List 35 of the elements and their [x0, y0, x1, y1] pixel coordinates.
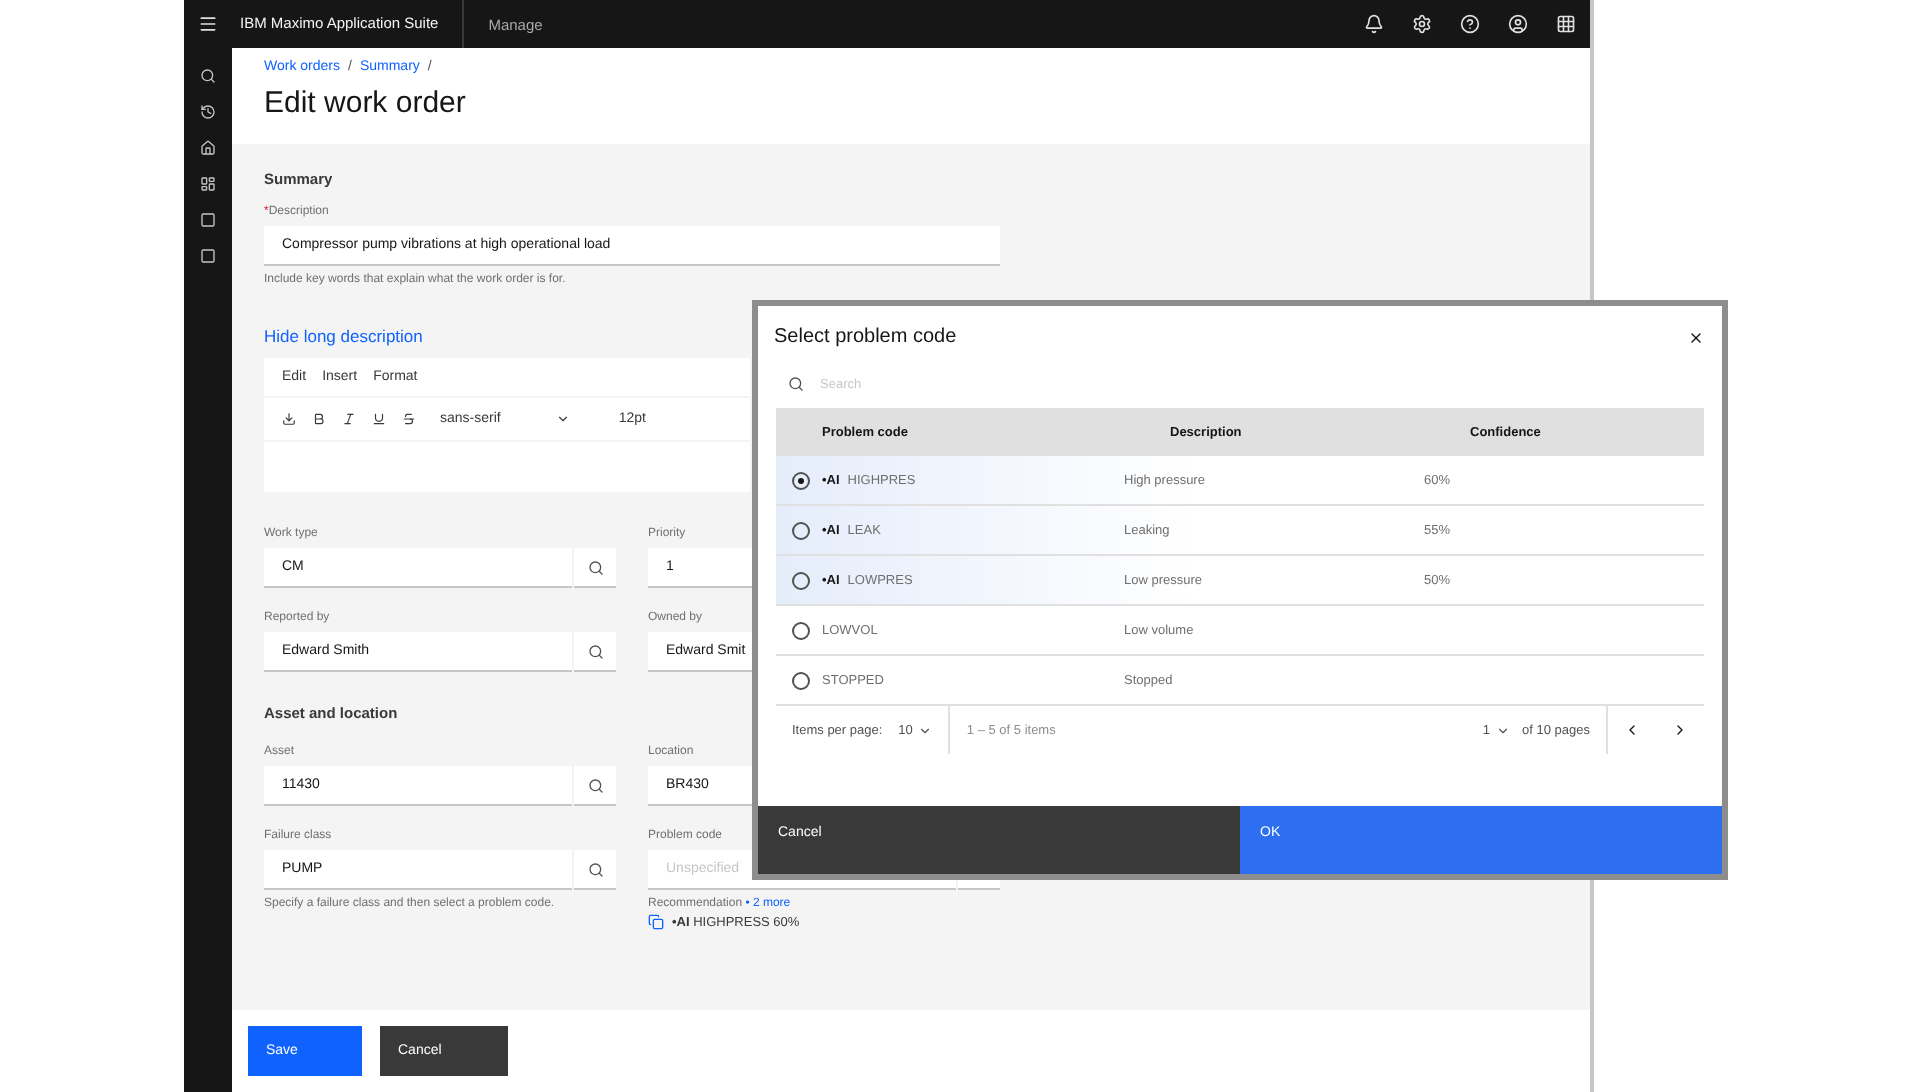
- radio-button[interactable]: [792, 471, 810, 489]
- search-button[interactable]: [574, 548, 616, 588]
- download-icon[interactable]: [282, 412, 296, 426]
- dashboard-icon[interactable]: [200, 176, 216, 192]
- search-icon[interactable]: [200, 68, 216, 84]
- square-icon[interactable]: [200, 212, 216, 228]
- search-button[interactable]: [574, 766, 616, 806]
- search-icon: [788, 376, 804, 392]
- history-icon[interactable]: [200, 104, 216, 120]
- radio-button[interactable]: [792, 571, 810, 589]
- chevron-down-icon: [1496, 723, 1511, 737]
- dialog-title: Select problem code: [774, 326, 957, 348]
- square-icon[interactable]: [200, 248, 216, 264]
- radio-button[interactable]: [792, 621, 810, 639]
- radio-button[interactable]: [792, 671, 810, 689]
- chevron-down-icon: [556, 412, 571, 426]
- italic-icon[interactable]: [342, 412, 356, 426]
- copy-icon[interactable]: [648, 914, 664, 930]
- search-button[interactable]: [574, 632, 616, 672]
- search-icon: [587, 643, 603, 659]
- page-title: Edit work order: [264, 86, 468, 120]
- chevron-down-icon: [918, 723, 933, 737]
- search-icon: [587, 559, 603, 575]
- chevron-right-icon: [1672, 722, 1688, 738]
- search-icon: [587, 861, 603, 877]
- home-icon[interactable]: [200, 140, 216, 156]
- search-icon: [587, 777, 603, 793]
- strikethrough-icon[interactable]: [402, 412, 416, 426]
- search-button[interactable]: [574, 850, 616, 890]
- chevron-left-icon: [1624, 722, 1640, 738]
- radio-button[interactable]: [792, 521, 810, 539]
- close-button[interactable]: [1688, 329, 1704, 345]
- underline-icon[interactable]: [372, 412, 386, 426]
- hide-long-description-link[interactable]: Hide long description: [264, 326, 423, 346]
- bold-icon[interactable]: [312, 412, 326, 426]
